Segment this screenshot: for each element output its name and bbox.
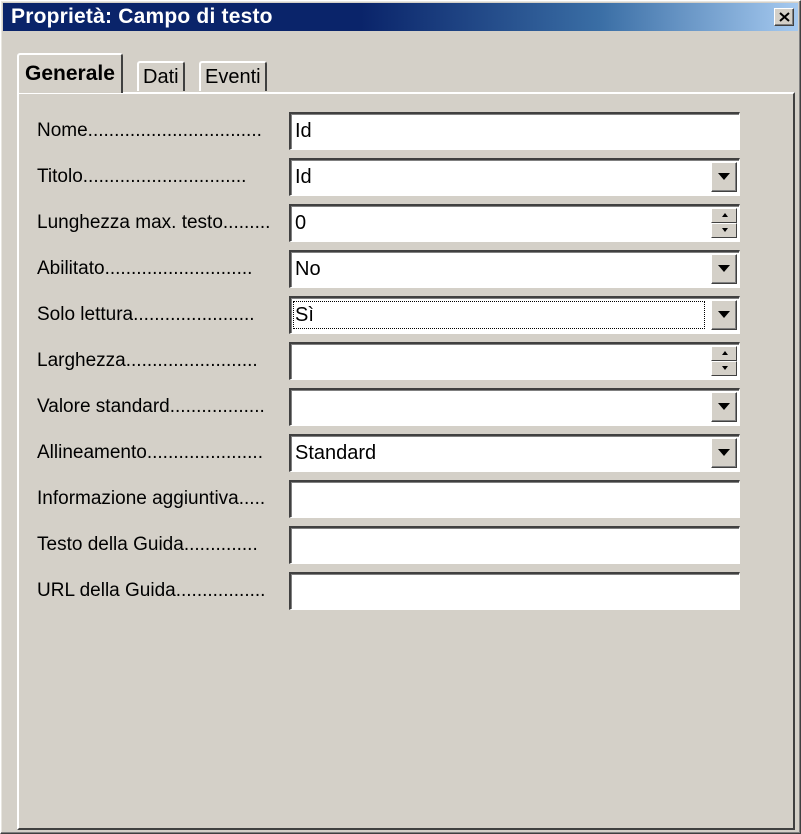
lunghezza-max-spinner[interactable]: 0	[289, 204, 740, 242]
testo-guida-input[interactable]	[289, 526, 740, 564]
tab-label: Generale	[25, 62, 115, 85]
dropdown-button[interactable]	[711, 392, 737, 422]
tab-eventi[interactable]: Eventi	[199, 61, 267, 91]
field-label: Valore standard..................	[37, 396, 265, 417]
nome-input[interactable]: Id	[289, 112, 740, 150]
dropdown-button[interactable]	[711, 254, 737, 284]
field-value: Id	[295, 120, 312, 142]
close-icon	[779, 12, 790, 22]
abilitato-combobox[interactable]: No	[289, 250, 740, 288]
field-label: Lunghezza max. testo.........	[37, 212, 271, 233]
row-nome: Nome................................. Id	[37, 112, 757, 150]
chevron-down-icon	[718, 265, 730, 272]
spin-up-button[interactable]	[711, 208, 737, 223]
field-value: No	[295, 258, 321, 280]
chevron-down-icon	[718, 173, 730, 180]
field-label: Informazione aggiuntiva.....	[37, 488, 266, 509]
field-value: Id	[295, 166, 312, 188]
field-label: Titolo...............................	[37, 166, 247, 187]
spin-down-button[interactable]	[711, 361, 737, 376]
spin-buttons	[711, 208, 737, 238]
field-label: Allineamento......................	[37, 442, 263, 463]
arrow-down-icon	[722, 366, 728, 370]
allineamento-combobox[interactable]: Standard	[289, 434, 740, 472]
row-url-guida: URL della Guida.................	[37, 572, 757, 610]
larghezza-spinner[interactable]	[289, 342, 740, 380]
row-valore-standard: Valore standard..................	[37, 388, 757, 426]
titolo-combobox[interactable]: Id	[289, 158, 740, 196]
field-label: URL della Guida.................	[37, 580, 266, 601]
dropdown-button[interactable]	[711, 438, 737, 468]
row-informazione-aggiuntiva: Informazione aggiuntiva.....	[37, 480, 757, 518]
valore-standard-combobox[interactable]	[289, 388, 740, 426]
field-label: Nome.................................	[37, 120, 262, 141]
informazione-aggiuntiva-input[interactable]	[289, 480, 740, 518]
field-label: Abilitato............................	[37, 258, 253, 279]
chevron-down-icon	[718, 449, 730, 456]
arrow-down-icon	[722, 228, 728, 232]
close-button[interactable]	[774, 8, 794, 26]
tab-label: Dati	[143, 66, 179, 88]
row-lunghezza-max: Lunghezza max. testo......... 0	[37, 204, 757, 242]
chevron-down-icon	[718, 403, 730, 410]
tab-panel-generale: Nome................................. Id…	[17, 92, 795, 830]
spin-up-button[interactable]	[711, 346, 737, 361]
url-guida-input[interactable]	[289, 572, 740, 610]
field-label: Larghezza.........................	[37, 350, 258, 371]
field-value: 0	[295, 212, 307, 234]
arrow-up-icon	[722, 213, 728, 217]
dropdown-button[interactable]	[711, 162, 737, 192]
tab-generale[interactable]: Generale	[17, 53, 123, 93]
dropdown-button[interactable]	[711, 300, 737, 330]
row-testo-guida: Testo della Guida..............	[37, 526, 757, 564]
field-label: Testo della Guida..............	[37, 534, 258, 555]
row-larghezza: Larghezza.........................	[37, 342, 757, 380]
window-title: Proprietà: Campo di testo	[11, 5, 273, 28]
field-value: Sì	[293, 301, 705, 329]
properties-dialog: Proprietà: Campo di testo Generale Dati …	[0, 0, 801, 834]
solo-lettura-combobox[interactable]: Sì	[289, 296, 740, 334]
row-abilitato: Abilitato............................ No	[37, 250, 757, 288]
row-allineamento: Allineamento...................... Stand…	[37, 434, 757, 472]
field-value: Standard	[295, 442, 377, 464]
tab-label: Eventi	[205, 66, 261, 88]
row-solo-lettura: Solo lettura....................... Sì	[37, 296, 757, 334]
spin-buttons	[711, 346, 737, 376]
chevron-down-icon	[718, 311, 730, 318]
row-titolo: Titolo............................... Id	[37, 158, 757, 196]
field-label: Solo lettura.......................	[37, 304, 255, 325]
spin-down-button[interactable]	[711, 223, 737, 238]
tab-dati[interactable]: Dati	[137, 61, 185, 91]
title-bar[interactable]: Proprietà: Campo di testo	[3, 3, 798, 31]
arrow-up-icon	[722, 351, 728, 355]
